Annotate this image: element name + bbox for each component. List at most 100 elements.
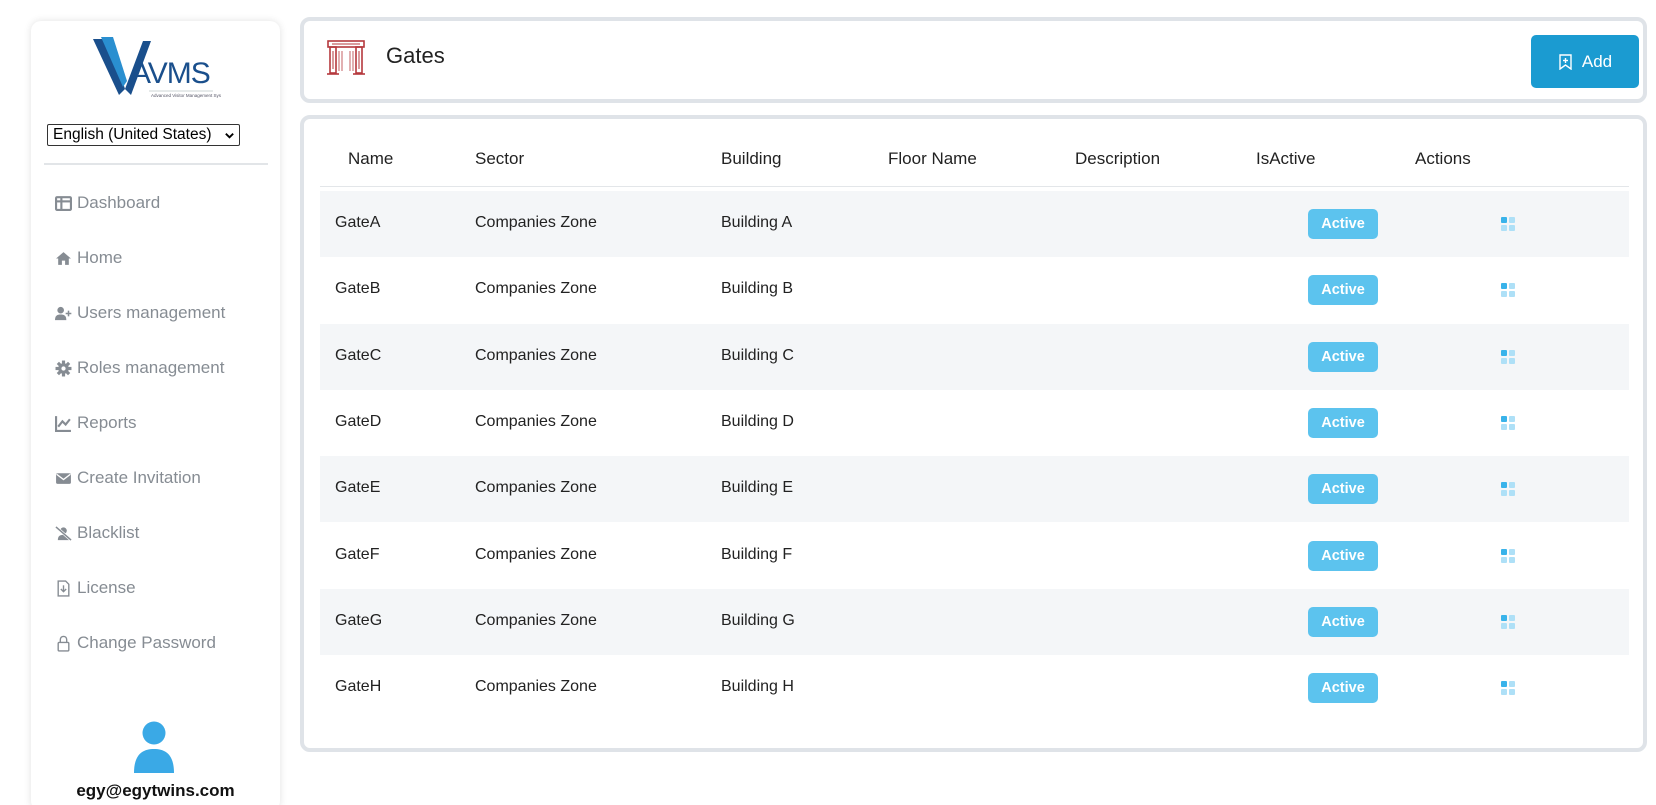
table-row: GateC Companies Zone Building C Active	[320, 323, 1629, 390]
sidebar-item-roles-management[interactable]: Roles management	[53, 353, 224, 383]
column-header-name[interactable]: Name	[348, 149, 393, 169]
status-badge: Active	[1308, 275, 1378, 306]
language-select-value: English (United States)	[53, 126, 212, 143]
sidebar-divider	[44, 163, 268, 165]
cell-sector: Companies Zone	[475, 545, 597, 563]
sidebar-item-create-invitation[interactable]: Create Invitation	[53, 463, 201, 493]
table-header-divider	[320, 186, 1629, 187]
cell-sector: Companies Zone	[475, 346, 597, 364]
avms-logo: AVMS Advanced Visitor Management System	[93, 37, 221, 98]
sidebar-item-label: Dashboard	[77, 193, 161, 212]
gate-icon	[327, 40, 365, 75]
sidebar-item-label: Blacklist	[77, 523, 140, 542]
cell-name: GateD	[335, 412, 382, 430]
cell-name: GateC	[335, 346, 382, 364]
cell-sector: Companies Zone	[475, 412, 597, 430]
cell-sector: Companies Zone	[475, 214, 597, 231]
column-header-building[interactable]: Building	[721, 149, 782, 169]
cell-sector: Companies Zone	[475, 479, 597, 497]
table-row: GateA Companies Zone Building A Active	[320, 191, 1629, 257]
actions-menu-icon[interactable]	[1500, 216, 1516, 232]
column-header-sector[interactable]: Sector	[475, 149, 524, 169]
add-button-label: Add	[1581, 51, 1613, 71]
sidebar-item-label: Reports	[77, 413, 137, 432]
chevron-down-icon	[225, 133, 234, 139]
cell-name: GateF	[335, 545, 380, 563]
status-badge: Active	[1308, 673, 1378, 704]
cell-building: Building G	[721, 611, 795, 629]
cell-building: Building B	[721, 280, 794, 298]
cell-name: GateA	[335, 214, 381, 231]
envelope-icon	[53, 469, 73, 487]
add-button[interactable]: Add	[1531, 35, 1639, 88]
actions-menu-icon[interactable]	[1500, 614, 1516, 630]
page-header: Gates Add	[300, 17, 1647, 103]
sidebar-item-users-management[interactable]: Users management	[53, 298, 225, 328]
table-row: GateH Companies Zone Building H Active	[320, 655, 1629, 721]
column-header-floor-name[interactable]: Floor Name	[888, 149, 977, 169]
column-header-description[interactable]: Description	[1075, 149, 1160, 169]
cell-building: Building H	[721, 678, 794, 696]
bookmark-plus-icon	[1559, 53, 1572, 70]
cell-building: Building A	[721, 214, 793, 231]
cell-name: GateE	[335, 479, 381, 497]
sidebar-item-label: License	[77, 578, 136, 597]
status-badge: Active	[1308, 540, 1378, 571]
actions-menu-icon[interactable]	[1500, 282, 1516, 298]
cell-building: Building E	[721, 479, 794, 497]
sidebar-item-label: Roles management	[77, 358, 225, 377]
actions-menu-icon[interactable]	[1500, 349, 1516, 365]
column-header-isactive[interactable]: IsActive	[1256, 149, 1316, 169]
status-badge: Active	[1308, 474, 1378, 505]
svg-text:Advanced Visitor Management Sy: Advanced Visitor Management System	[151, 93, 221, 98]
sidebar-item-dashboard[interactable]: Dashboard	[53, 188, 160, 218]
status-badge: Active	[1308, 407, 1378, 438]
user-avatar-icon	[134, 721, 174, 773]
gates-table: Name Sector Building Floor Name Descript…	[300, 115, 1647, 752]
page-title: Gates	[386, 43, 445, 68]
table-row: GateD Companies Zone Building D Active	[320, 390, 1629, 456]
cell-building: Building F	[721, 545, 793, 563]
sidebar-item-change-password[interactable]: Change Password	[53, 628, 216, 658]
gear-icon	[53, 359, 73, 377]
actions-menu-icon[interactable]	[1500, 680, 1516, 696]
sidebar-item-blacklist[interactable]: Blacklist	[53, 518, 139, 548]
cell-name: GateG	[335, 611, 383, 629]
table-row: GateF Companies Zone Building F Active	[320, 523, 1629, 589]
chart-line-icon	[53, 414, 73, 432]
status-badge: Active	[1308, 341, 1378, 372]
cell-name: GateH	[335, 678, 382, 696]
sidebar-item-label: Home	[77, 248, 123, 267]
user-slash-icon	[53, 524, 73, 542]
table-row: GateG Companies Zone Building G Active	[320, 588, 1629, 655]
home-icon	[53, 249, 73, 267]
actions-menu-icon[interactable]	[1500, 548, 1516, 564]
lock-icon	[53, 634, 73, 652]
cell-building: Building C	[721, 346, 794, 364]
language-select[interactable]: English (United States)	[47, 124, 240, 146]
cell-sector: Companies Zone	[475, 678, 597, 696]
table-row: GateB Companies Zone Building B Active	[320, 257, 1629, 323]
file-download-icon	[53, 579, 73, 597]
sidebar-item-label: Create Invitation	[77, 468, 201, 487]
cell-name: GateB	[335, 280, 381, 298]
sidebar-item-reports[interactable]: Reports	[53, 408, 137, 438]
actions-menu-icon[interactable]	[1500, 415, 1516, 431]
sidebar: AVMS Advanced Visitor Management System …	[31, 21, 280, 805]
status-badge: Active	[1308, 209, 1378, 239]
user-email: egy@egytwins.com	[76, 781, 235, 800]
column-header-actions: Actions	[1415, 149, 1471, 168]
status-badge: Active	[1308, 606, 1378, 637]
svg-text:AVMS: AVMS	[131, 57, 210, 90]
user-plus-icon	[53, 304, 73, 322]
sidebar-item-label: Change Password	[77, 633, 216, 652]
cell-sector: Companies Zone	[475, 280, 597, 298]
dashboard-icon	[53, 194, 73, 212]
table-row: GateE Companies Zone Building E Active	[320, 456, 1629, 523]
cell-building: Building D	[721, 412, 794, 430]
sidebar-item-home[interactable]: Home	[53, 243, 122, 273]
sidebar-item-license[interactable]: License	[53, 573, 136, 603]
actions-menu-icon[interactable]	[1500, 481, 1516, 497]
sidebar-item-label: Users management	[77, 303, 226, 322]
cell-sector: Companies Zone	[475, 611, 597, 629]
